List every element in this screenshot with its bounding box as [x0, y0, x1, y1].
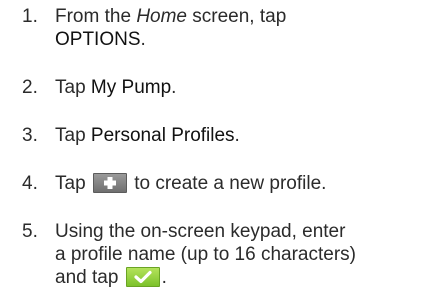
step-number: 5.	[22, 221, 38, 242]
checkmark-glyph	[134, 270, 152, 284]
my-pump-term: My Pump	[90, 77, 172, 98]
step-text: Tap to create a new profile.	[55, 172, 326, 195]
plus-glyph	[103, 177, 116, 189]
step-text-prefix: Tap	[55, 173, 91, 194]
checkmark-icon	[125, 267, 160, 287]
instruction-steps: 1. From the Home screen, tap OPTIONS. 2.…	[0, 0, 422, 300]
step-text-suffix: .	[171, 77, 177, 98]
home-screen-name: Home	[136, 6, 187, 27]
step-text-suffix: screen, tap	[187, 6, 287, 27]
step-text-prefix: and tap	[55, 267, 124, 288]
step-text: From the Home screen, tap OPTIONS.	[55, 5, 286, 51]
step-number: 3.	[22, 125, 38, 146]
step-text-prefix: Tap	[55, 77, 91, 98]
step-line: From the Home screen, tap	[55, 5, 286, 28]
step-number: 1.	[22, 6, 38, 27]
step-text: Tap My Pump.	[55, 76, 176, 99]
step-line: and tap .	[55, 266, 356, 289]
personal-profiles-term: Personal Profiles	[90, 125, 235, 146]
step-text: Using the on-screen keypad, enter a prof…	[55, 220, 356, 289]
step-text-suffix: .	[234, 125, 240, 146]
step-text-suffix: .	[161, 267, 167, 288]
step-text-suffix: to create a new profile.	[128, 173, 327, 194]
options-term: OPTIONS	[55, 29, 141, 50]
step-line: a profile name (up to 16 characters)	[55, 244, 356, 265]
plus-icon	[92, 173, 127, 193]
step-number: 4.	[22, 173, 38, 194]
step-text-suffix: .	[140, 29, 146, 50]
step-line: Using the on-screen keypad, enter	[55, 221, 346, 242]
step-text: Tap Personal Profiles.	[55, 124, 240, 147]
step-line: OPTIONS.	[55, 28, 286, 51]
step-text-prefix: Tap	[55, 125, 91, 146]
step-text-prefix: From the	[55, 6, 137, 27]
step-number: 2.	[22, 77, 38, 98]
